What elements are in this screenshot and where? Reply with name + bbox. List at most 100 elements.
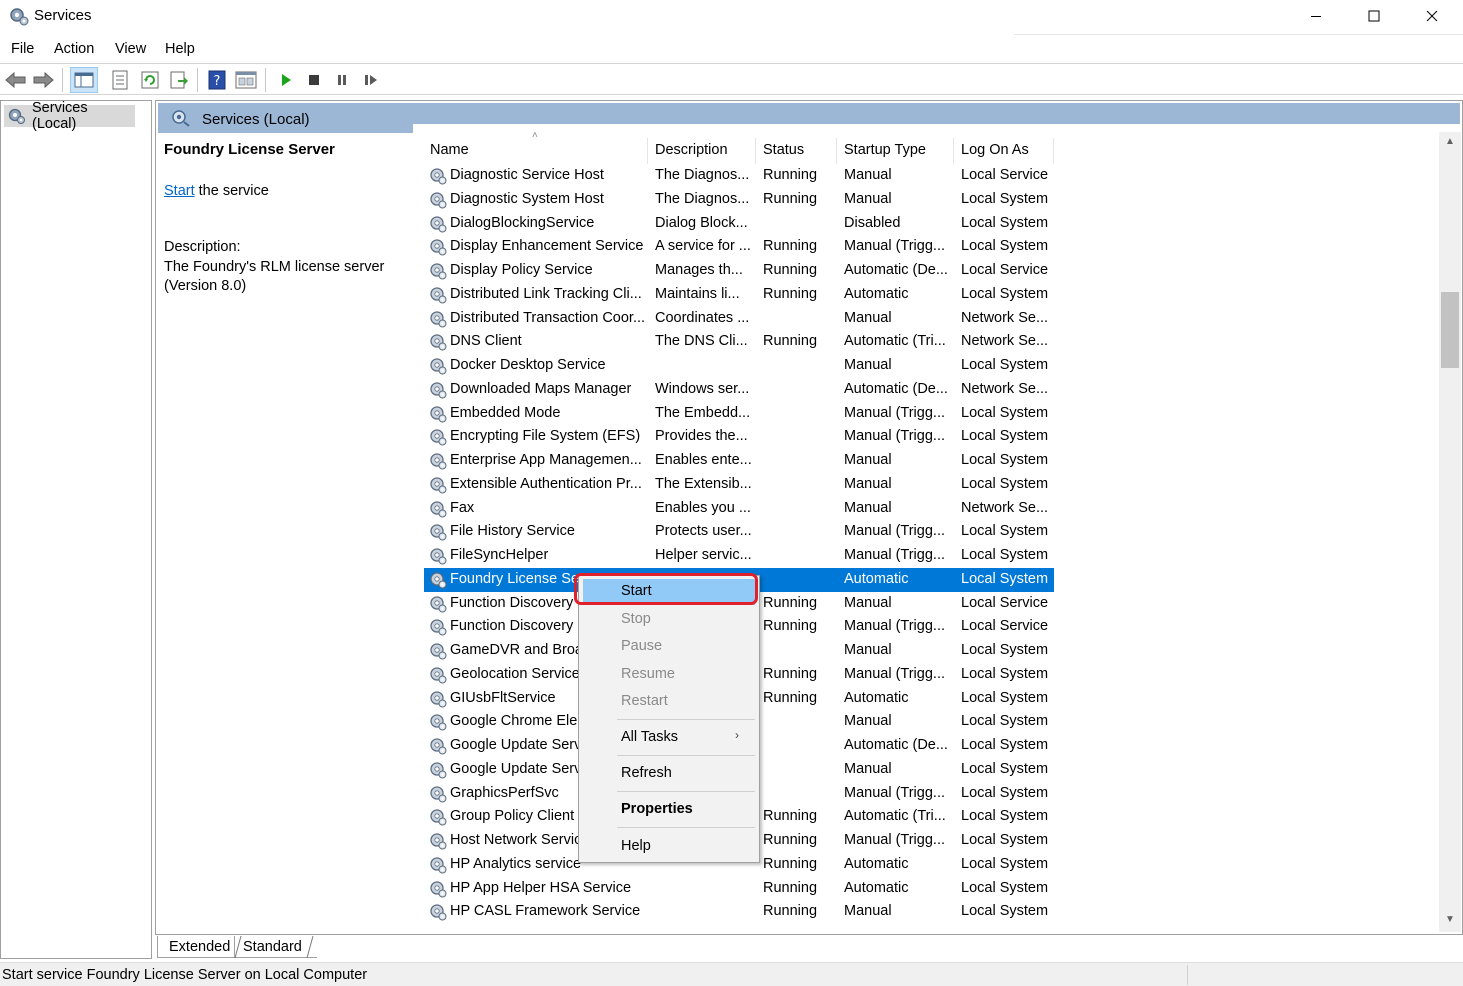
menu-file[interactable]: File (11, 41, 34, 57)
context-menu-stop[interactable]: Stop (583, 607, 755, 633)
table-row[interactable]: Diagnostic System Host The Diagnos... Runn… (424, 188, 1054, 212)
cell-startup: Automatic (De... (844, 737, 948, 753)
table-row[interactable]: Embedded Mode The Embedd... Manual (Trigg.… (424, 402, 1054, 426)
table-row[interactable]: Encrypting File System (EFS) Provides the… (424, 425, 1054, 449)
table-row[interactable]: Extensible Authentication Pr... The Exten… (424, 473, 1054, 497)
cell-startup: Manual (Trigg... (844, 238, 945, 255)
console-view-icon[interactable] (234, 68, 258, 92)
context-menu-resume[interactable]: Resume (583, 662, 755, 688)
cell-startup: Manual (Trigg... (844, 523, 945, 540)
table-row[interactable]: DNS Client The DNS Cli... Running Automatic… (424, 330, 1054, 354)
show-console-tree-icon[interactable] (70, 67, 98, 93)
cell-logon: Local System (961, 523, 1049, 540)
cell-logon: Local Service (961, 262, 1049, 278)
service-gear-icon (428, 499, 448, 519)
table-row[interactable]: HP CASL Framework Service Running Manual Lo… (424, 900, 1054, 924)
context-menu-refresh[interactable]: Refresh (583, 761, 755, 787)
cell-startup: Automatic (De... (844, 262, 948, 278)
refresh-icon[interactable] (138, 68, 162, 92)
column-header-description[interactable]: Description (648, 138, 756, 164)
cell-name: HP App Helper HSA Service (450, 879, 632, 896)
close-button[interactable] (1403, 0, 1461, 32)
table-row[interactable]: Enterprise App Managemen... Enables ente.… (424, 449, 1054, 473)
cell-startup: Automatic (844, 855, 909, 872)
properties-sheet-icon[interactable] (108, 68, 132, 92)
service-gear-icon (428, 427, 448, 447)
cell-startup: Manual (844, 475, 892, 492)
table-row[interactable]: Diagnostic Service Host The Diagnos... Run… (424, 164, 1054, 188)
context-menu-help[interactable]: Help (583, 834, 755, 860)
column-header-log-on-as[interactable]: Log On As (954, 138, 1054, 164)
table-row[interactable]: Distributed Link Tracking Cli... Maintain… (424, 283, 1054, 307)
cell-name: Encrypting File System (EFS) (450, 428, 641, 445)
menu-bar: File Action View Help (0, 38, 1463, 62)
cell-startup: Manual (844, 309, 892, 326)
context-menu-pause[interactable]: Pause (583, 634, 755, 660)
cell-name: Display Enhancement Service (450, 238, 644, 255)
cell-startup: Manual (Trigg... (844, 428, 945, 445)
export-list-icon[interactable] (167, 68, 191, 92)
scrollbar-thumb[interactable] (1441, 292, 1459, 368)
cell-startup: Automatic (Tri... (844, 808, 946, 825)
table-row[interactable]: Display Enhancement Service A service for… (424, 235, 1054, 259)
pause-service-icon[interactable] (330, 68, 354, 92)
scroll-down-icon[interactable]: ▼ (1439, 914, 1461, 930)
cell-logon: Local System (961, 547, 1049, 563)
cell-status: Running (763, 167, 818, 183)
cell-logon: Local System (961, 665, 1049, 682)
cell-startup: Manual (844, 642, 892, 658)
vertical-scrollbar[interactable]: ▲ ▼ (1439, 132, 1461, 932)
menu-view[interactable]: View (115, 41, 146, 57)
tree-item-services-local[interactable]: Services (Local) (4, 100, 135, 132)
start-service-icon[interactable] (274, 68, 298, 92)
resume-service-icon[interactable] (359, 68, 383, 92)
cell-desc: Enables ente... (655, 452, 752, 468)
forward-arrow-icon[interactable] (31, 68, 55, 92)
context-menu-all-tasks[interactable]: All Tasks › (583, 725, 755, 751)
help-icon[interactable]: ? (205, 68, 229, 92)
back-arrow-icon[interactable] (4, 68, 28, 92)
scroll-up-icon[interactable]: ▲ (1439, 136, 1461, 152)
cell-name: Docker Desktop Service (450, 357, 606, 373)
table-row[interactable]: HP App Helper HSA Service Running Automati… (424, 877, 1054, 901)
service-gear-icon (428, 902, 448, 922)
column-header-status[interactable]: Status (756, 138, 837, 164)
table-row[interactable]: FileSyncHelper Helper servic... Manual (Tr… (424, 544, 1054, 568)
cell-startup: Automatic (Tri... (844, 333, 946, 350)
table-row[interactable]: Distributed Transaction Coor... Coordinat… (424, 307, 1054, 331)
cell-startup: Manual (Trigg... (844, 665, 945, 682)
table-row[interactable]: Downloaded Maps Manager Windows ser... Aut… (424, 378, 1054, 402)
cell-startup: Manual (Trigg... (844, 547, 945, 563)
service-gear-icon (428, 784, 448, 804)
context-menu-restart[interactable]: Restart (583, 689, 755, 715)
cell-logon: Local System (961, 452, 1049, 468)
start-service-link[interactable]: Start (164, 183, 195, 199)
tab-divider (306, 936, 314, 958)
column-header-name[interactable]: Name (424, 138, 648, 164)
status-divider (1187, 965, 1188, 985)
service-gear-icon (428, 332, 448, 352)
menu-action[interactable]: Action (54, 41, 94, 57)
cell-logon: Local System (961, 832, 1049, 848)
context-menu-properties[interactable]: Properties (583, 797, 755, 823)
table-row[interactable]: File History Service Protects user... Manu… (424, 520, 1054, 544)
all-tasks-label: All Tasks (621, 729, 678, 745)
minimize-button[interactable] (1287, 0, 1345, 32)
column-header-startup-type[interactable]: Startup Type (837, 138, 954, 164)
maximize-icon (1368, 10, 1380, 22)
cell-desc: The Diagnos... (655, 167, 750, 183)
table-row[interactable]: Display Policy Service Manages th... Runni… (424, 259, 1054, 283)
maximize-button[interactable] (1345, 0, 1403, 32)
table-row[interactable]: Docker Desktop Service Manual Local System (424, 354, 1054, 378)
cell-status: Running (763, 285, 818, 302)
stop-service-icon[interactable] (302, 68, 326, 92)
cell-desc: Dialog Block... (655, 214, 748, 231)
cell-logon: Local System (961, 404, 1049, 421)
cell-logon: Local System (961, 784, 1049, 801)
tab-extended[interactable]: Extended (157, 936, 235, 958)
table-row[interactable]: DialogBlockingService Dialog Block... Disa… (424, 212, 1054, 236)
context-menu-separator (617, 755, 755, 756)
menu-help[interactable]: Help (165, 41, 195, 57)
cell-desc: Windows ser... (655, 380, 750, 397)
table-row[interactable]: Fax Enables you ... Manual Network Se... (424, 497, 1054, 521)
